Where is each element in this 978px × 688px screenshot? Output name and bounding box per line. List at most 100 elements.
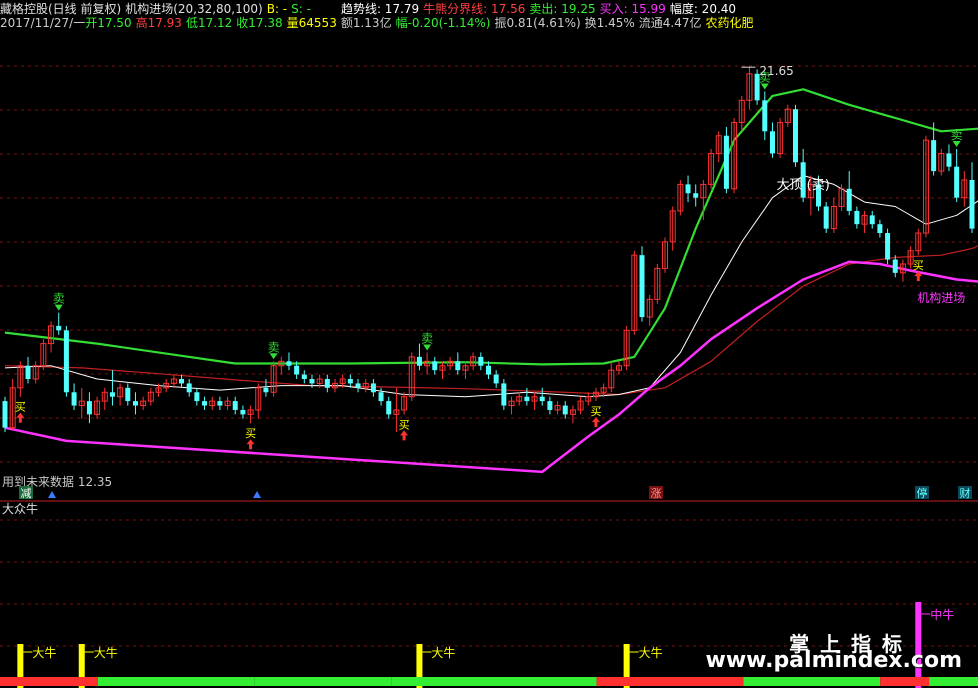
big-bull-label: 大牛	[639, 645, 663, 660]
amount-label: 额1.13亿	[340, 16, 392, 30]
candle-body	[386, 401, 392, 415]
sell-signal-mark: 卖	[53, 292, 65, 306]
low-label: 低17.12	[185, 16, 233, 30]
candle-body	[378, 392, 384, 402]
magenta-institution-line	[4, 260, 978, 474]
candle-body	[954, 166, 960, 198]
candle-body	[286, 361, 292, 366]
top-signal-label: 大顶 (卖)	[777, 178, 830, 193]
candle-body	[71, 392, 77, 406]
institution-label: 机构进场	[917, 290, 965, 305]
candle-body	[25, 365, 31, 379]
candle-body	[186, 383, 192, 393]
trend-strip-segment	[880, 677, 930, 686]
peak-value-label: 21.65	[759, 64, 793, 78]
candle-body	[301, 374, 307, 379]
indicator-lines	[4, 88, 978, 474]
badge-rise: 涨	[651, 487, 662, 500]
candle-body	[562, 405, 568, 415]
candle-body	[179, 379, 185, 384]
candle-body	[639, 255, 645, 318]
float-label: 流通4.47亿	[638, 16, 702, 30]
candle-body	[455, 361, 461, 371]
swing-label: 振0.81(4.61%)	[494, 16, 581, 30]
candle-body	[309, 379, 315, 384]
trend-strip-segment	[743, 677, 881, 686]
open-label: 开17.50	[85, 16, 132, 30]
buy-signal-mark: 买	[245, 427, 256, 440]
trend-strip-segment	[0, 677, 98, 686]
sell-signal-mark: 卖	[951, 128, 963, 142]
candle-body	[478, 356, 484, 366]
candle-body	[294, 365, 300, 375]
candle-body	[524, 396, 530, 402]
candle-body	[501, 383, 507, 406]
candle-body	[416, 356, 422, 366]
buy-arrow	[400, 430, 409, 441]
header-row-2: 2017/11/27/一开17.50 高17.93 低17.12 收17.38 量645…	[0, 16, 758, 30]
candle-body	[493, 374, 499, 384]
close-label: 收17.38	[236, 16, 283, 30]
sell-arrow	[760, 83, 769, 90]
candlesticks	[2, 67, 975, 433]
mid-bull-label: 中牛	[930, 607, 954, 622]
amplitude-value: 幅度: 20.40	[669, 2, 737, 16]
trend-strip-segment	[391, 677, 597, 686]
candle-body	[194, 392, 200, 402]
badge-stop: 停	[917, 486, 928, 500]
candle-body	[823, 206, 829, 229]
candle-body	[109, 392, 115, 397]
sector-label: 农药化肥	[705, 16, 754, 30]
stock-title: 藏格控股(日线 前复权)	[0, 2, 122, 16]
badge-finance: 财	[960, 486, 971, 500]
candle-body	[693, 193, 699, 198]
turnover-label: 换1.45%	[584, 16, 635, 30]
candle-body	[854, 210, 860, 225]
candle-body	[56, 325, 62, 331]
event-triangle	[48, 491, 56, 498]
high-label: 高17.93	[135, 16, 182, 30]
trend-strip-segment	[596, 677, 744, 686]
buy-signal-mark: 买	[15, 401, 26, 414]
s-value: S: -	[291, 2, 311, 16]
buy-arrow	[246, 439, 255, 450]
candle-body	[792, 109, 798, 163]
candle-body	[347, 379, 353, 384]
candle-body	[370, 383, 376, 393]
candle-body	[931, 140, 937, 172]
trend-strip-segment	[254, 677, 392, 686]
chart-grid	[0, 65, 978, 647]
candle-body	[86, 401, 92, 415]
trend-strip-segment	[97, 677, 255, 686]
candle-body	[63, 330, 69, 393]
event-triangle	[253, 491, 261, 498]
candle-body	[263, 387, 269, 393]
candle-body	[869, 215, 875, 225]
buy-signal-mark: 买	[399, 418, 410, 431]
volume-label: 量64553	[286, 16, 337, 30]
bull-bear-value: 牛熊分界线: 17.56	[423, 2, 526, 16]
green-band-line	[4, 88, 978, 366]
buy-value: 买入: 15.99	[599, 2, 666, 16]
candle-body	[892, 259, 898, 273]
buy-signal-mark: 买	[913, 259, 924, 272]
candle-body	[217, 401, 223, 406]
sell-arrow	[54, 304, 63, 311]
candle-body	[486, 365, 491, 375]
change-label: 幅-0.20(-1.14%)	[395, 16, 491, 30]
main-chart: 卖卖卖卖卖买买买买买21.65用到未来数据 12.35大顶 (卖)机构进场减涨停…	[0, 64, 978, 688]
sub-panel-title: 大众牛	[2, 501, 38, 516]
sell-signal-mark: 卖	[421, 331, 433, 345]
watermark-url: www.palmindex.com	[705, 648, 962, 673]
candle-body	[539, 396, 545, 402]
candle-body	[324, 379, 330, 388]
candle-body	[547, 401, 553, 410]
big-bull-label: 大牛	[431, 645, 455, 660]
candle-body	[132, 401, 138, 406]
candle-body	[723, 135, 729, 189]
big-bull-label: 大牛	[94, 645, 118, 660]
b-value: B: -	[266, 2, 288, 16]
candle-body	[685, 184, 691, 194]
candle-body	[202, 401, 208, 406]
candle-body	[2, 401, 8, 428]
